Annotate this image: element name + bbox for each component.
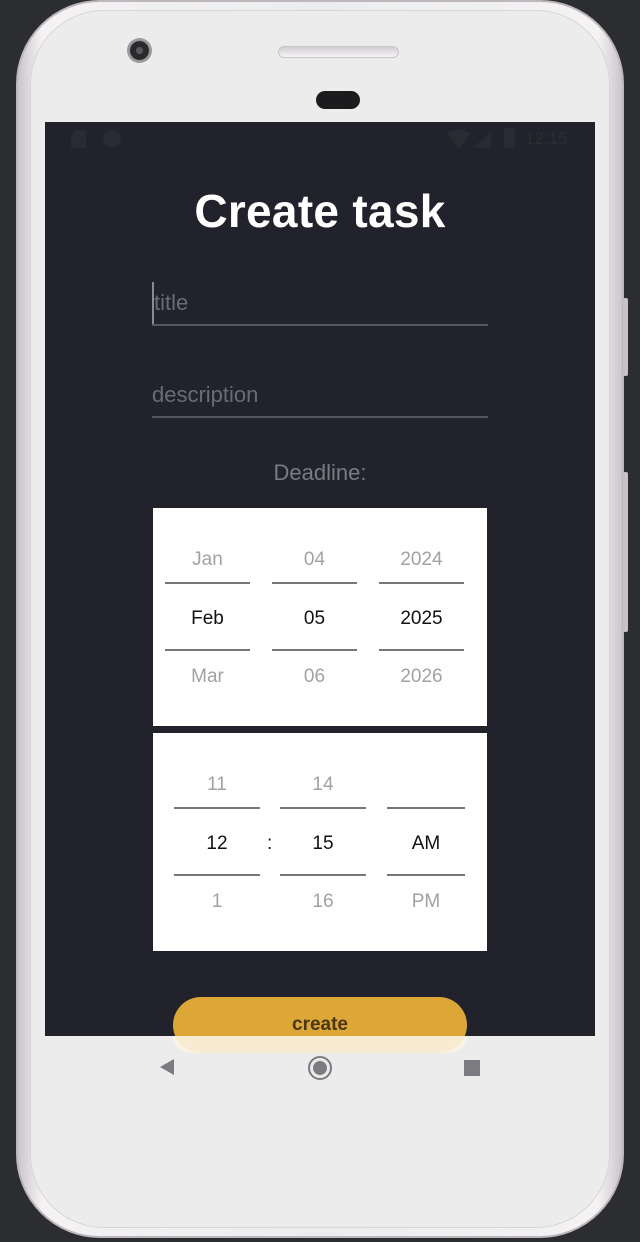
minute-prev[interactable]: 14 (280, 774, 366, 796)
year-spinner[interactable]: 2024 2025 2026 (379, 508, 464, 726)
hour-next[interactable]: 1 (174, 891, 260, 913)
spinner-divider (174, 874, 260, 876)
front-camera (127, 38, 152, 63)
minute-spinner[interactable]: 14 15 16 (280, 733, 366, 951)
spinner-divider (174, 807, 260, 809)
month-next[interactable]: Mar (165, 666, 250, 688)
description-input[interactable] (152, 374, 488, 416)
spinner-divider (387, 807, 465, 809)
day-next[interactable]: 06 (272, 666, 357, 688)
time-separator: : (267, 833, 273, 854)
ampm-next[interactable]: PM (387, 891, 465, 913)
earpiece-speaker (278, 46, 399, 58)
spinner-divider (379, 582, 464, 584)
spinner-divider (280, 807, 366, 809)
hour-selected[interactable]: 12 (174, 833, 260, 855)
day-selected[interactable]: 05 (272, 608, 357, 630)
date-picker[interactable]: Jan Feb Mar 04 05 06 2024 2025 2026 (153, 508, 487, 726)
day-spinner[interactable]: 04 05 06 (272, 508, 357, 726)
spinner-divider (272, 582, 357, 584)
month-spinner[interactable]: Jan Feb Mar (165, 508, 250, 726)
status-bar: 12:15 (45, 122, 595, 156)
spinner-divider (272, 649, 357, 651)
page-title: Create task (194, 185, 446, 237)
spinner-divider (379, 649, 464, 651)
hour-prev[interactable]: 11 (174, 774, 260, 796)
ampm-selected[interactable]: AM (387, 833, 465, 855)
month-prev[interactable]: Jan (165, 549, 250, 571)
time-picker[interactable]: 11 12 1 : 14 15 16 AM PM (153, 733, 487, 951)
sd-card-icon (71, 130, 86, 148)
title-field[interactable] (152, 282, 488, 326)
description-field[interactable] (152, 374, 488, 418)
signal-icon (473, 131, 491, 148)
status-time: 12:15 (525, 129, 568, 148)
deadline-label: Deadline: (273, 460, 367, 485)
proximity-sensor (316, 91, 360, 109)
month-selected[interactable]: Feb (165, 608, 250, 630)
battery-icon (504, 128, 515, 148)
hour-spinner[interactable]: 11 12 1 (174, 733, 260, 951)
power-button (623, 298, 628, 376)
title-input[interactable] (152, 282, 488, 324)
spinner-divider (387, 874, 465, 876)
year-next[interactable]: 2026 (379, 666, 464, 688)
recents-icon[interactable] (464, 1060, 480, 1076)
minute-selected[interactable]: 15 (280, 833, 366, 855)
sync-icon (103, 130, 121, 148)
spinner-divider (165, 649, 250, 651)
year-prev[interactable]: 2024 (379, 549, 464, 571)
home-icon[interactable] (308, 1056, 332, 1080)
year-selected[interactable]: 2025 (379, 608, 464, 630)
minute-next[interactable]: 16 (280, 891, 366, 913)
spinner-divider (280, 874, 366, 876)
back-icon[interactable] (160, 1059, 174, 1075)
volume-button (623, 472, 628, 632)
day-prev[interactable]: 04 (272, 549, 357, 571)
spinner-divider (165, 582, 250, 584)
create-button[interactable]: create (173, 997, 467, 1053)
wifi-icon (447, 129, 471, 149)
ampm-spinner[interactable]: AM PM (387, 733, 465, 951)
app-screen: 12:15 Create task Deadline: Jan Feb Mar … (45, 122, 595, 1036)
